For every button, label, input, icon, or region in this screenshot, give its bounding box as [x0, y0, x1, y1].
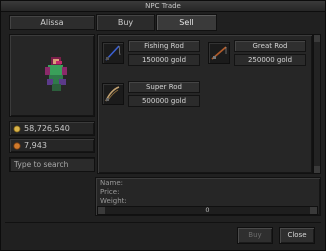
npc-sprite-icon — [45, 57, 67, 91]
window-title[interactable]: NPC Trade — [1, 1, 325, 12]
amount-slider[interactable]: 0 — [97, 206, 318, 215]
gold-balance: 58,726,540 — [9, 121, 95, 136]
amount-value: 0 — [205, 206, 210, 214]
item-name: Fishing Rod — [128, 40, 200, 52]
item-price: 150000 gold — [128, 54, 200, 66]
list-item[interactable]: Fishing Rod 150000 gold — [102, 40, 202, 66]
buy-button[interactable]: Buy — [237, 227, 273, 244]
detail-price-label: Price: — [100, 188, 120, 196]
list-item[interactable]: Super Rod 500000 gold — [102, 81, 202, 107]
npc-trade-window: NPC Trade Alissa Buy Sell 58,726,540 7,9… — [0, 0, 326, 251]
scroll-down-icon[interactable] — [314, 166, 320, 173]
item-list-scrollbar[interactable] — [313, 34, 321, 174]
close-button[interactable]: Close — [279, 227, 315, 244]
divider — [5, 222, 321, 223]
great-rod-icon — [208, 42, 230, 64]
detail-weight-label: Weight: — [100, 197, 127, 205]
npc-name-header: Alissa — [9, 15, 95, 30]
item-name: Super Rod — [128, 81, 200, 93]
item-list: Fishing Rod 150000 gold Great Rod 250000… — [97, 34, 313, 174]
scroll-up-icon[interactable] — [314, 35, 320, 42]
item-price: 250000 gold — [234, 54, 306, 66]
tab-sell[interactable]: Sell — [156, 14, 217, 31]
tab-buy[interactable]: Buy — [96, 14, 155, 31]
super-rod-icon — [102, 83, 124, 105]
gold-coin-icon — [13, 125, 21, 132]
item-name: Great Rod — [234, 40, 306, 52]
search-input[interactable]: Type to search — [9, 157, 95, 172]
item-price: 500000 gold — [128, 95, 200, 107]
slider-left-icon[interactable] — [98, 207, 105, 214]
gem-icon — [13, 141, 21, 150]
gold-amount: 58,726,540 — [24, 124, 70, 133]
gem-balance: 7,943 — [9, 138, 95, 153]
fishing-rod-icon — [102, 42, 124, 64]
gem-amount: 7,943 — [24, 141, 47, 150]
detail-name-label: Name: — [100, 179, 124, 187]
list-item[interactable]: Great Rod 250000 gold — [208, 40, 308, 66]
slider-right-icon[interactable] — [310, 207, 317, 214]
npc-portrait — [9, 34, 95, 117]
